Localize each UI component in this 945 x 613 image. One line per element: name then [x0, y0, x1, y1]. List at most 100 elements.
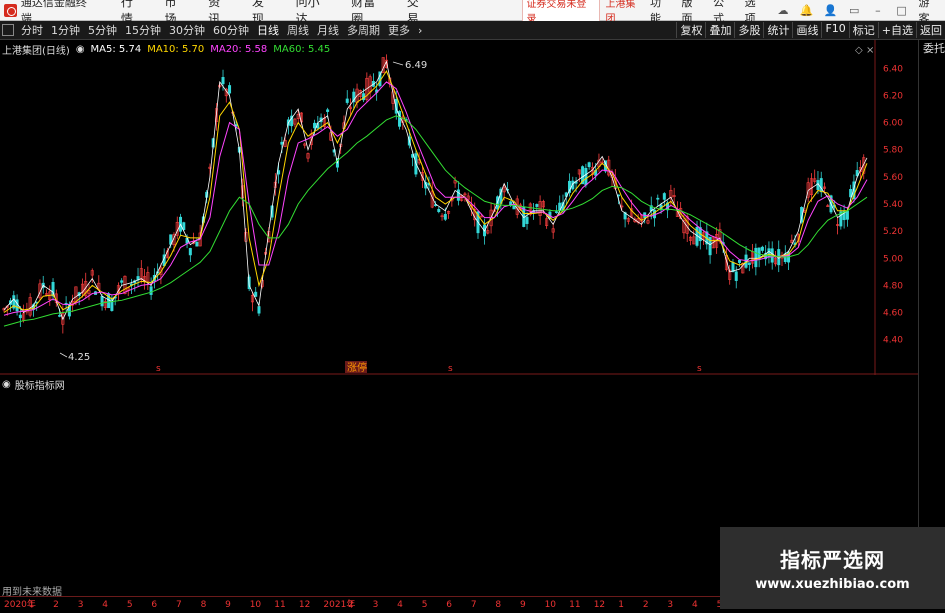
- y-tick-label: 4.60: [883, 309, 903, 319]
- y-tick-label: 4.80: [883, 281, 903, 291]
- candle-body: [437, 208, 441, 212]
- y-tick-label: 6.40: [883, 64, 903, 74]
- candle-body: [313, 122, 317, 129]
- window-mode-icon[interactable]: ▭: [847, 4, 861, 17]
- tab-60min[interactable]: 60分钟: [209, 22, 253, 38]
- candle-body: [734, 271, 738, 281]
- tab-15min[interactable]: 15分钟: [121, 22, 165, 38]
- app-logo-icon: [4, 3, 17, 17]
- y-tick-label: 4.40: [883, 336, 903, 346]
- limit-up-marker: 涨停: [347, 361, 367, 374]
- stats-button[interactable]: 统计: [763, 22, 792, 38]
- y-tick-label: 5.60: [883, 173, 903, 183]
- ma5-value: MA5: 5.74: [90, 44, 142, 55]
- y-axis-ticks: 6.40 6.20 6.00 5.80 5.60 5.40 5.20 5.00 4.80 4.60…: [883, 64, 903, 345]
- maximize-icon[interactable]: □: [895, 4, 909, 17]
- minimize-icon[interactable]: –: [871, 4, 885, 17]
- event-marker-s: s: [697, 364, 702, 374]
- chart-title: 上港集团(日线): [2, 46, 70, 57]
- candle-body: [149, 286, 153, 295]
- watermark-url: www.xuezhibiao.com: [755, 577, 910, 592]
- min-price-label: 4.25: [68, 352, 90, 363]
- candle-body: [443, 213, 447, 220]
- candle-body: [747, 262, 751, 265]
- candle-body: [345, 98, 349, 103]
- toggle-panel-icon[interactable]: [2, 24, 14, 36]
- user-icon[interactable]: 👤: [824, 4, 838, 17]
- watermark-overlay: 指标严选网 www.xuezhibiao.com: [720, 527, 945, 609]
- tab-weekly[interactable]: 周线: [283, 22, 313, 38]
- indicator-title: 股标指标网: [14, 381, 65, 392]
- candle-body: [845, 210, 849, 220]
- quote-sidebar: 委托卖五卖四卖三卖二卖一买一买二买三买四买五现价涨跌涨幅总量外盘换手净资收益自动…: [918, 40, 945, 609]
- candle-body: [656, 197, 660, 200]
- mark-button[interactable]: 标记: [848, 22, 878, 38]
- candle-body: [221, 77, 225, 85]
- tab-more[interactable]: 更多: [384, 22, 414, 38]
- y-tick-label: 5.80: [883, 146, 903, 156]
- event-marker-s: s: [156, 364, 161, 374]
- candle-body: [58, 315, 62, 317]
- add-watchlist-button[interactable]: +自选: [877, 22, 916, 38]
- candle-body: [254, 291, 258, 297]
- y-tick-label: 5.20: [883, 227, 903, 237]
- candle-body: [587, 162, 591, 168]
- ma10-value: MA10: 5.70: [147, 44, 205, 55]
- max-price-label: 6.49: [405, 60, 427, 71]
- ma60-value: MA60: 5.45: [273, 44, 331, 55]
- candle-body: [754, 247, 758, 268]
- y-tick-label: 6.20: [883, 91, 903, 101]
- candle-body: [738, 259, 742, 263]
- candle-body: [326, 109, 330, 112]
- candle-body: [280, 141, 284, 145]
- multi-stock-button[interactable]: 多股: [734, 22, 763, 38]
- ma20-value: MA20: 5.58: [210, 44, 268, 55]
- tab-daily[interactable]: 日线: [253, 22, 283, 38]
- indicator-settings-icon[interactable]: ◉: [2, 379, 11, 390]
- fuquan-button[interactable]: 复权: [676, 22, 705, 38]
- tab-30min[interactable]: 30分钟: [165, 22, 209, 38]
- tab-fenshi[interactable]: 分时: [17, 22, 47, 38]
- y-tick-label: 6.00: [883, 119, 903, 129]
- cloud-icon[interactable]: ☁: [776, 4, 790, 17]
- diamond-icon[interactable]: ◇: [855, 45, 863, 56]
- candle-body: [535, 204, 539, 207]
- candle-body: [228, 85, 232, 94]
- tab-monthly[interactable]: 月线: [313, 22, 343, 38]
- candle-body: [195, 241, 199, 247]
- indicator-header: ◉ 股标指标网: [2, 377, 65, 392]
- candle-body: [554, 211, 558, 213]
- candle-body: [456, 189, 460, 201]
- candle-body: [100, 296, 104, 307]
- bell-icon[interactable]: 🔔: [800, 4, 814, 17]
- candle-body: [257, 306, 261, 314]
- candle-body: [525, 216, 529, 224]
- ma-legend: 上港集团(日线) ◉ MA5: 5.74 MA10: 5.70 MA20: 5.…: [2, 42, 330, 57]
- candle-body: [188, 248, 192, 256]
- candle-body: [760, 246, 764, 251]
- candle-body: [512, 205, 516, 210]
- candle-body: [662, 193, 666, 200]
- y-tick-label: 5.00: [883, 254, 903, 264]
- watermark-title: 指标严选网: [780, 548, 885, 572]
- tab-1min[interactable]: 1分钟: [47, 22, 84, 38]
- candle-body: [15, 299, 19, 312]
- settings-icon[interactable]: ◉: [76, 44, 85, 55]
- back-button[interactable]: 返回: [916, 22, 945, 38]
- tab-5min[interactable]: 5分钟: [84, 22, 121, 38]
- candle-body: [120, 280, 124, 283]
- overlay-button[interactable]: 叠加: [705, 22, 734, 38]
- tab-multi-period[interactable]: 多周期: [343, 22, 384, 38]
- period-toolbar: 分时 1分钟 5分钟 15分钟 30分钟 60分钟 日线 周线 月线 多周期 更…: [0, 21, 945, 40]
- draw-line-button[interactable]: 画线: [792, 22, 821, 38]
- close-chart-icon[interactable]: ×: [866, 45, 874, 56]
- sidebar-item[interactable]: 委托: [921, 40, 945, 57]
- f10-button[interactable]: F10: [821, 22, 848, 38]
- chevron-right-icon[interactable]: ›: [414, 24, 426, 37]
- candle-body: [584, 167, 588, 186]
- kline-chart[interactable]: 6.40 6.20 6.00 5.80 5.60 5.40 5.20 5.00 4.80 4.60…: [0, 40, 918, 375]
- candle-body: [18, 314, 22, 319]
- title-bar: 通达信金融终端 行情 市场 资讯 发现 问小达 财富圈 交易 证券交易未登录 上…: [0, 0, 945, 26]
- ma-lines-group: [3, 60, 868, 327]
- ma-line-ma60: [3, 115, 868, 327]
